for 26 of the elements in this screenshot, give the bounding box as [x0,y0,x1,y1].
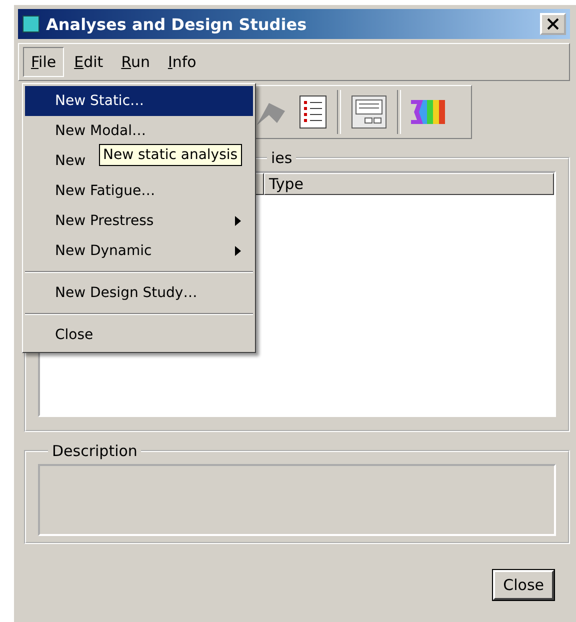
menu-item[interactable]: Run [113,47,158,77]
menu-item[interactable]: Info [160,47,204,77]
menu-item[interactable]: File [23,47,64,77]
submenu-arrow-icon [235,216,241,226]
menu-option[interactable]: New Modal… [25,116,253,146]
menu-item[interactable]: Edit [66,47,112,77]
contour-icon[interactable] [411,100,445,124]
group-label: ies [270,149,294,167]
description-field[interactable] [38,464,556,536]
window-icon [22,15,40,33]
menu-option[interactable]: New Fatigue… [25,176,253,206]
group-label: Description [51,442,138,460]
close-button[interactable]: Close [493,570,554,600]
menu-option[interactable]: New Prestress [25,206,253,236]
window-title: Analyses and Design Studies [46,14,308,34]
form-icon[interactable] [351,95,387,129]
close-button[interactable] [540,13,566,35]
tooltip: New static analysis [99,144,242,166]
column-header[interactable]: Type [264,173,554,195]
submenu-arrow-icon [235,246,241,256]
close-icon [547,18,559,30]
checklist-icon[interactable] [299,95,327,129]
menu-option[interactable]: New Dynamic [25,236,253,266]
menu-option[interactable]: Close [25,320,253,350]
menu-option[interactable]: New Static… [25,86,253,116]
menu-option[interactable]: New Design Study… [25,278,253,308]
